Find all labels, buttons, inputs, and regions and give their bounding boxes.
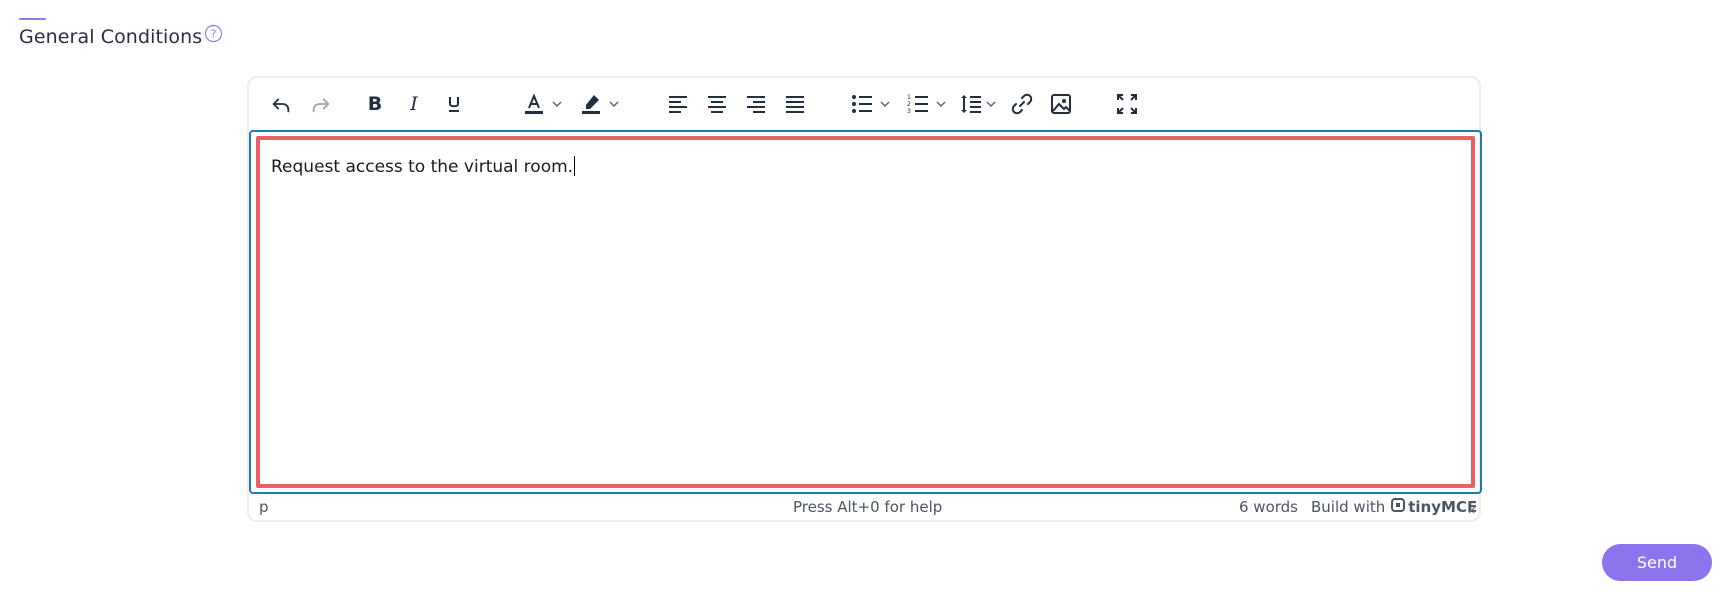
send-button[interactable]: Send [1602, 544, 1712, 581]
chevron-down-icon [935, 98, 947, 110]
numbered-list-icon: 123 [907, 94, 929, 114]
section-title: General Conditions [19, 26, 203, 48]
resize-handle-icon[interactable] [1467, 500, 1477, 518]
align-justify-button[interactable] [778, 87, 812, 121]
svg-text:3: 3 [907, 108, 911, 114]
text-color-icon [523, 93, 545, 115]
editor-statusbar: p Press Alt+0 for help 6 words Build wit… [249, 494, 1479, 520]
tinymce-logo-icon [1391, 498, 1406, 516]
bullet-list-icon [851, 94, 873, 114]
highlight-color-icon [580, 93, 602, 115]
line-height-button[interactable] [955, 87, 1001, 121]
help-hint: Press Alt+0 for help [793, 498, 943, 516]
bold-icon: B [365, 94, 385, 114]
chevron-down-icon [879, 98, 891, 110]
fullscreen-button[interactable] [1110, 87, 1144, 121]
italic-icon: I [404, 94, 424, 114]
text-color-button[interactable] [519, 87, 567, 121]
tinymce-branding[interactable]: Build with tinyMCE [1311, 498, 1477, 516]
editor-content-paragraph[interactable]: Request access to the virtual room. [271, 156, 576, 177]
chevron-down-icon [551, 98, 563, 110]
svg-text:2: 2 [907, 101, 911, 108]
italic-button[interactable]: I [397, 87, 431, 121]
align-center-button[interactable] [700, 87, 734, 121]
line-height-icon [960, 93, 982, 115]
word-count[interactable]: 6 words [1239, 498, 1298, 516]
underline-icon [444, 94, 464, 114]
align-center-icon [707, 94, 727, 114]
align-justify-icon [785, 94, 805, 114]
editor-content-frame[interactable]: Request access to the virtual room. [249, 130, 1482, 494]
undo-icon [270, 93, 292, 115]
image-button[interactable] [1044, 87, 1078, 121]
svg-text:?: ? [211, 28, 217, 41]
element-path[interactable]: p [259, 498, 269, 516]
image-icon [1050, 93, 1072, 115]
numbered-list-button[interactable]: 123 [903, 87, 951, 121]
bold-button[interactable]: B [358, 87, 392, 121]
bullet-list-button[interactable] [847, 87, 895, 121]
svg-text:B: B [368, 94, 382, 114]
align-right-icon [746, 94, 766, 114]
editor-content-text: Request access to the virtual room. [271, 157, 574, 177]
page: General Conditions ? B I 1 2 3 Request a… [0, 0, 1727, 598]
highlight-color-button[interactable] [576, 87, 624, 121]
text-caret [574, 156, 576, 176]
svg-text:I: I [409, 94, 418, 114]
align-right-button[interactable] [739, 87, 773, 121]
editor-toolbar: B I 1 2 3 [249, 78, 1479, 130]
editor-content-area[interactable]: Request access to the virtual room. [256, 136, 1475, 488]
link-button[interactable] [1005, 87, 1039, 121]
question-circle-icon[interactable]: ? [204, 24, 223, 43]
undo-button[interactable] [264, 87, 298, 121]
brand-prefix: Build with [1311, 498, 1386, 516]
align-left-button[interactable] [661, 87, 695, 121]
redo-icon [310, 93, 332, 115]
redo-button[interactable] [304, 87, 338, 121]
align-left-icon [668, 94, 688, 114]
chevron-down-icon [608, 98, 620, 110]
chevron-down-icon [985, 98, 997, 110]
underline-button[interactable] [437, 87, 471, 121]
fullscreen-icon [1117, 94, 1137, 114]
section-accent-line [19, 18, 46, 20]
rich-text-editor: B I 1 2 3 Request access to the virtual … [247, 76, 1482, 522]
link-icon [1011, 93, 1033, 115]
svg-text:1: 1 [907, 94, 911, 101]
